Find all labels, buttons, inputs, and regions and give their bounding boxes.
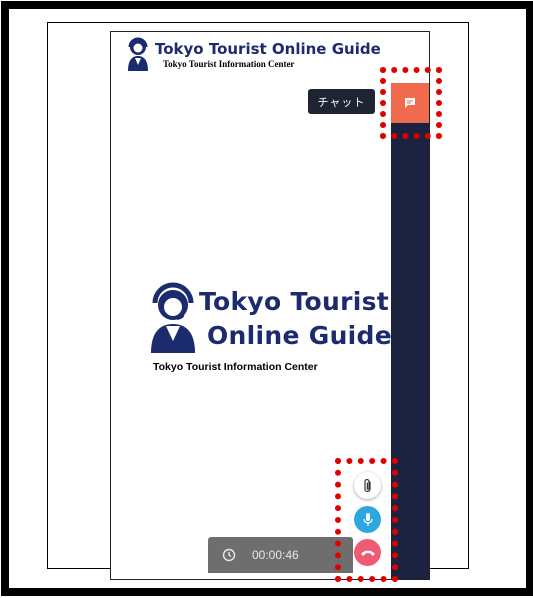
header-logo: Tokyo Tourist Online Guide Tokyo Tourist… [125,37,381,75]
center-logo-line1: Tokyo Tourist [199,287,390,316]
clock-icon [222,548,236,562]
call-elapsed-time: 00:00:46 [252,548,299,562]
header-brand-text: Tokyo Tourist Online Guide [155,40,381,58]
guide-mascot-icon [128,37,148,71]
center-logo-subtitle: Tokyo Tourist Information Center [153,361,318,373]
chat-button[interactable]: チャット [308,89,375,114]
header-subtitle: Tokyo Tourist Information Center [163,59,295,69]
call-controls-highlight [335,458,398,582]
chat-tab-highlight [380,67,442,139]
call-timer: 00:00:46 [208,537,353,573]
guide-mascot-icon [151,282,195,353]
center-logo-line2: Online Guide [207,321,392,350]
center-logo: Tokyo Tourist Online Guide Tokyo Tourist… [147,281,392,381]
